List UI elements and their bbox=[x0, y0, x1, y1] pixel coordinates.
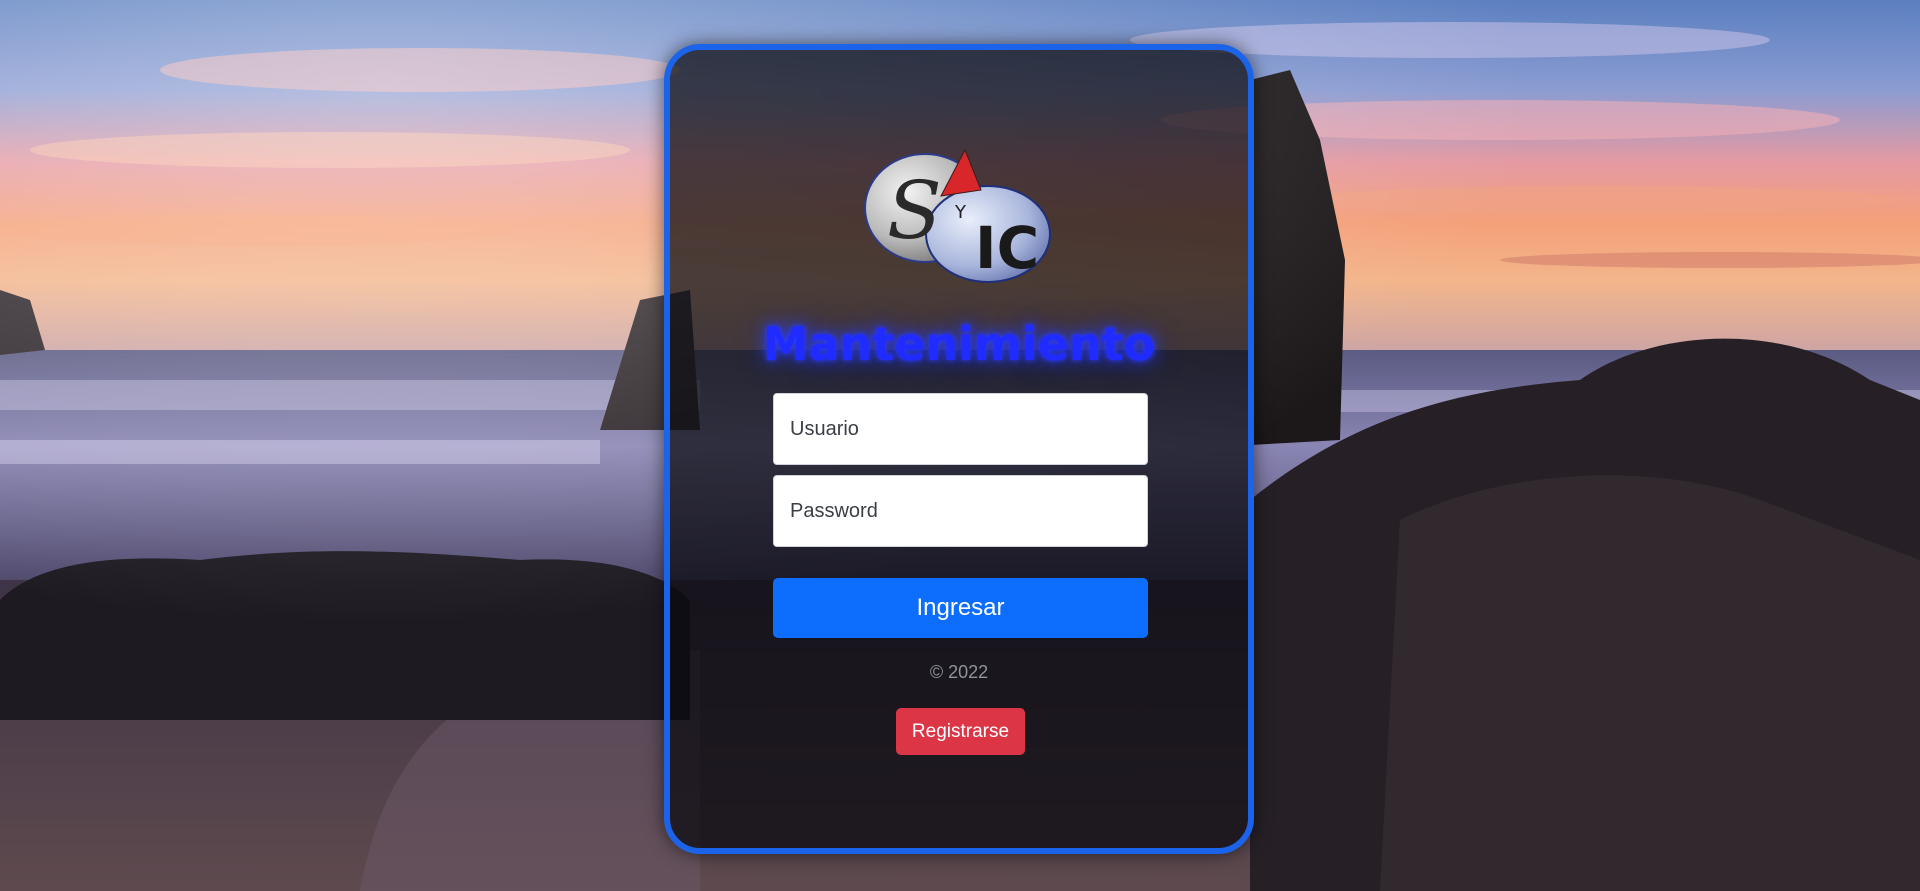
password-input[interactable] bbox=[773, 475, 1148, 547]
svg-text:S: S bbox=[887, 164, 942, 257]
register-button[interactable]: Registrarse bbox=[896, 708, 1025, 755]
username-input[interactable] bbox=[773, 393, 1148, 465]
copyright-text: © 2022 bbox=[929, 662, 989, 682]
syic-logo: S Y IC bbox=[863, 146, 1055, 286]
page-title: Mantenimiento bbox=[762, 317, 1156, 371]
svg-text:Y: Y bbox=[954, 202, 967, 223]
login-button[interactable]: Ingresar bbox=[773, 578, 1148, 638]
svg-text:IC: IC bbox=[975, 214, 1039, 282]
